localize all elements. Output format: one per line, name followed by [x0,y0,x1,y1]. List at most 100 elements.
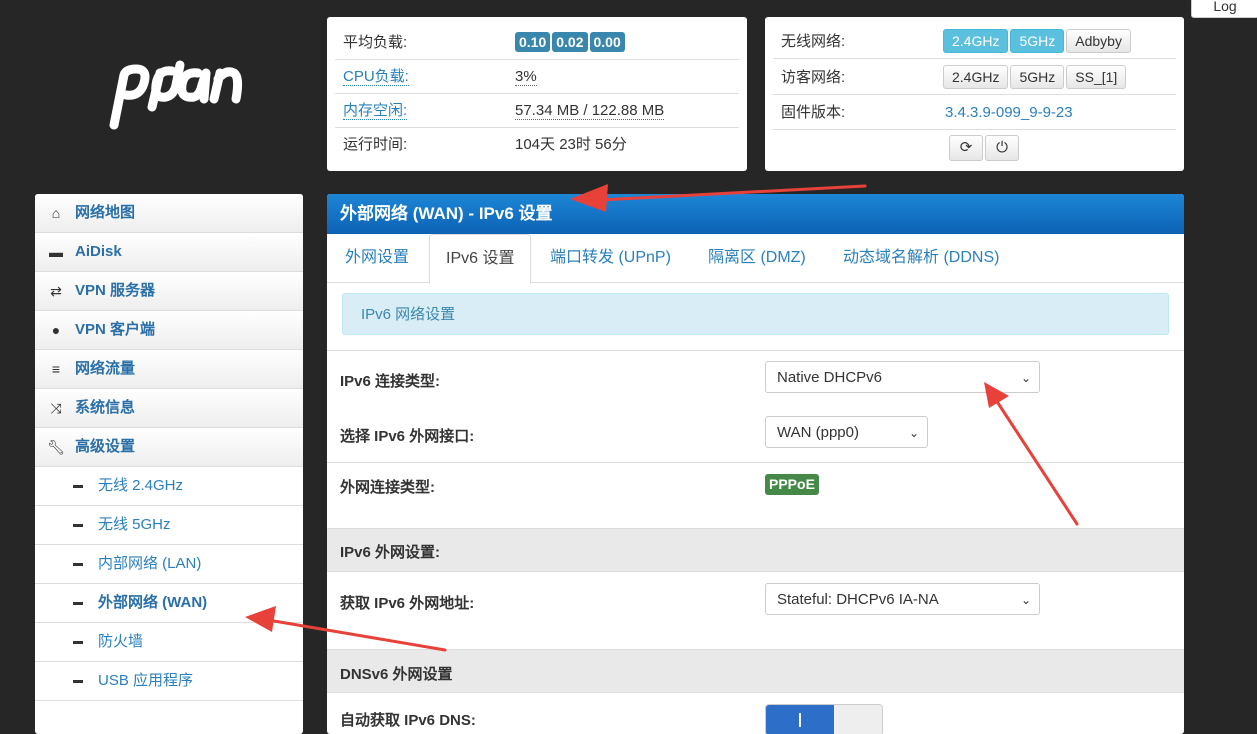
sidebar-item-label: 网络流量 [75,360,136,377]
wan-conn-row: 外网连接类型: PPPoE [327,462,1184,529]
wireless-5ghz-button[interactable]: 5GHz [1010,29,1065,53]
guest-24ghz-button[interactable]: 2.4GHz [943,65,1009,89]
sidebar-item-aidisk[interactable]: ▬ AiDisk [35,233,303,272]
wan-iface-select[interactable]: WAN (ppp0) ⌄ [765,416,928,448]
get-addr-label: 获取 IPv6 外网地址: [340,595,475,612]
load-row: 平均负载: 0.10 0.02 0.00 [335,27,739,60]
wireless-24ghz-button[interactable]: 2.4GHz [943,29,1009,53]
sidebar-subitem-wireless-24[interactable]: 无线 2.4GHz [35,467,303,506]
page-title: 外部网络 (WAN) - IPv6 设置 [327,194,1184,234]
load-1min: 0.10 [515,32,551,52]
tab-ipv6-settings[interactable]: IPv6 设置 [429,234,532,284]
ipv6-wan-section: IPv6 外网设置: [327,528,1184,572]
guest-5ghz-button[interactable]: 5GHz [1010,65,1065,89]
sidebar-item-traffic[interactable]: ≡ 网络流量 [35,350,303,389]
wan-iface-row: 选择 IPv6 外网接口: WAN (ppp0) ⌄ [327,406,1184,462]
wan-iface-label: 选择 IPv6 外网接口: [340,428,475,445]
sidebar-subitem-wan[interactable]: 外部网络 (WAN) [35,584,303,623]
hdd-icon: ▬ [49,244,63,260]
wan-iface-value: WAN (ppp0) [777,424,859,441]
cpu-load-value: 3% [515,68,537,86]
memory-row: 内存空闲: 57.34 MB / 122.88 MB [335,95,739,128]
power-icon: ⏻ [996,139,1008,156]
guest-label: 访客网络: [781,69,846,86]
get-addr-row: 获取 IPv6 外网地址: Stateful: DHCPv6 IA-NA ⌄ [327,571,1184,650]
retweet-icon: ⇄ [50,283,62,299]
sidebar-item-label: VPN 服务器 [75,282,156,299]
ss-button[interactable]: SS_[1] [1066,65,1127,89]
cpu-row: CPU负载: 3% [335,61,739,94]
network-status-panel: 无线网络: 2.4GHz 5GHz Adbyby 访客网络: 2.4GHz 5GHz S… [765,17,1184,171]
wan-conn-badge: PPPoE [765,474,819,495]
uptime-value: 104天 23时 56分 [515,136,627,153]
sidebar-subitem-lan[interactable]: 内部网络 (LAN) [35,545,303,584]
sidebar-subitem-label: 无线 5GHz [98,516,171,533]
main-panel: 外部网络 (WAN) - IPv6 设置 外网设置 IPv6 设置 端口转发 (… [327,194,1184,734]
sidebar-item-network-map[interactable]: ⌂ 网络地图 [35,194,303,233]
load-5min: 0.02 [552,32,588,52]
firmware-label: 固件版本: [781,104,846,121]
sidebar-item-system-info[interactable]: ⤨ 系统信息 [35,389,303,428]
auto-dns-toggle[interactable]: | [765,704,883,734]
sidebar-item-label: AiDisk [75,243,122,260]
globe-icon: ● [51,322,61,338]
random-icon: ⤨ [50,400,62,416]
adbyby-button[interactable]: Adbyby [1066,29,1131,53]
conn-type-label: IPv6 连接类型: [340,373,441,390]
load-15min: 0.00 [589,32,625,52]
sidebar-subitem-label: 防火墙 [98,633,144,650]
section-heading: IPv6 外网设置: [340,544,441,561]
auto-dns-row: 自动获取 IPv6 DNS: [327,692,1184,734]
tab-port-forward[interactable]: 端口转发 (UPnP) [550,234,671,282]
sidebar-item-advanced[interactable]: 🔧︎ 高级设置 [35,428,303,467]
refresh-icon: ⟳ [959,139,973,156]
dash-icon [73,680,83,683]
guest-row: 访客网络: 2.4GHz 5GHz SS_[1] [773,62,1176,95]
logout-button[interactable]: Log [1191,0,1257,18]
tab-dmz[interactable]: 隔离区 (DMZ) [708,234,806,282]
conn-type-value: Native DHCPv6 [777,369,883,386]
info-banner: IPv6 网络设置 [342,293,1169,335]
dash-icon [73,563,83,566]
tab-ddns[interactable]: 动态域名解析 (DDNS) [843,234,999,282]
uptime-row: 运行时间: 104天 23时 56分 [335,129,739,161]
sidebar-item-label: 系统信息 [75,399,136,416]
refresh-button[interactable]: ⟳ [949,135,983,161]
tab-wan-settings[interactable]: 外网设置 [345,234,409,282]
sidebar-item-label: VPN 客户端 [75,321,156,338]
sidebar-item-vpn-server[interactable]: ⇄ VPN 服务器 [35,272,303,311]
sidebar-subitem-label: USB 应用程序 [98,672,194,689]
wireless-label: 无线网络: [781,33,846,50]
get-addr-select[interactable]: Stateful: DHCPv6 IA-NA ⌄ [765,583,1040,615]
sidebar-subitem-firewall[interactable]: 防火墙 [35,623,303,662]
sidebar-subitem-usb[interactable]: USB 应用程序 [35,662,303,701]
list-icon: ≡ [51,361,61,377]
memory-free-link[interactable]: 内存空闲: [343,102,408,120]
chevron-down-icon: ⌄ [1020,593,1031,607]
home-icon: ⌂ [51,205,61,221]
get-addr-value: Stateful: DHCPv6 IA-NA [777,591,939,608]
load-label: 平均负载: [343,34,408,51]
chevron-down-icon: ⌄ [1020,371,1031,385]
sidebar-subitem-label: 无线 2.4GHz [98,477,184,494]
section-heading: DNSv6 外网设置 [340,666,453,683]
conn-type-select[interactable]: Native DHCPv6 ⌄ [765,361,1040,393]
sidebar-subitem-label: 内部网络 (LAN) [98,555,202,572]
dash-icon [73,641,83,644]
system-status-panel: 平均负载: 0.10 0.02 0.00 CPU负载: 3% 内存空闲: 57.34… [327,17,747,171]
power-button[interactable]: ⏻ [985,135,1019,161]
sidebar-item-label: 高级设置 [75,438,136,455]
dash-icon [73,524,83,527]
cpu-load-link[interactable]: CPU负载: [343,68,409,86]
firmware-version-link[interactable]: 3.4.3.9-099_9-9-23 [945,97,1073,129]
sidebar-subitem-label: 外部网络 (WAN) [98,594,208,611]
dnsv6-section: DNSv6 外网设置 [327,649,1184,693]
chevron-down-icon: ⌄ [908,426,919,440]
sidebar-subitem-wireless-5[interactable]: 无线 5GHz [35,506,303,545]
uptime-label: 运行时间: [343,136,408,153]
sidebar-item-label: 网络地图 [75,204,136,221]
wan-conn-label: 外网连接类型: [340,479,435,496]
sidebar-item-vpn-client[interactable]: ● VPN 客户端 [35,311,303,350]
dash-icon [73,485,83,488]
brand-logo [100,55,250,145]
